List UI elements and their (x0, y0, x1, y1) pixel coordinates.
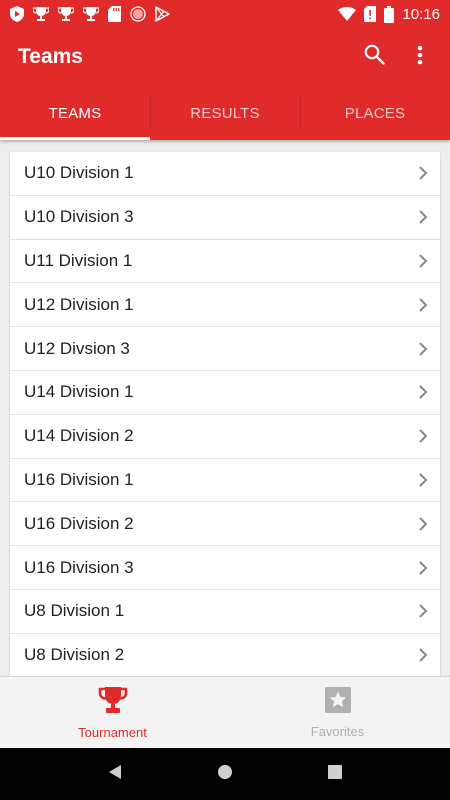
clock: 10:16 (402, 5, 440, 23)
list-item-label: U12 Divsion 3 (24, 338, 130, 358)
tab-places[interactable]: PLACES (300, 86, 450, 140)
tab-bar: TEAMS RESULTS PLACES (0, 86, 450, 140)
chevron-right-icon (418, 516, 428, 532)
chevron-right-icon (418, 384, 428, 400)
chevron-right-icon (418, 165, 428, 181)
chevron-right-icon (418, 209, 428, 225)
list-item[interactable]: U8 Division 1 (10, 590, 440, 634)
overflow-menu-button[interactable] (408, 45, 432, 69)
list-item[interactable]: U10 Division 3 (10, 196, 440, 240)
back-triangle-icon (108, 764, 122, 785)
list-item-label: U8 Division 1 (24, 601, 125, 621)
home-circle-icon (217, 764, 233, 785)
star-icon (324, 686, 351, 718)
list-item[interactable]: U16 Division 3 (10, 546, 440, 590)
sd-card-icon (108, 6, 121, 22)
list-item[interactable]: U12 Divsion 3 (10, 327, 440, 371)
recents-square-icon (328, 764, 342, 784)
chevron-right-icon (418, 603, 428, 619)
search-button[interactable] (362, 44, 386, 70)
play-store-icon (155, 6, 170, 22)
wifi-icon (338, 7, 357, 21)
nav-favorites[interactable]: Favorites (225, 677, 450, 748)
no-sim-icon (364, 6, 377, 22)
system-status: 10:16 (338, 5, 440, 23)
list-item[interactable]: U12 Division 1 (10, 283, 440, 328)
chevron-right-icon (418, 428, 428, 444)
notification-icons (10, 6, 170, 22)
chevron-right-icon (418, 253, 428, 269)
status-bar: 10:16 (0, 0, 450, 28)
bottom-navigation: Tournament Favorites (0, 676, 450, 748)
list-item[interactable]: U14 Division 2 (10, 415, 440, 459)
list-item-label: U16 Division 1 (24, 469, 134, 489)
tab-results[interactable]: RESULTS (150, 86, 300, 140)
trophy-notification-icon (83, 6, 99, 22)
list-item-label: U8 Division 2 (24, 645, 125, 665)
system-navigation-bar (0, 748, 450, 800)
list-item[interactable]: U16 Division 1 (10, 459, 440, 503)
list-item-label: U12 Division 1 (24, 294, 134, 314)
app-bar-actions (362, 44, 432, 70)
chevron-right-icon (418, 297, 428, 313)
chevron-right-icon (418, 647, 428, 663)
record-icon (130, 6, 146, 22)
shield-notification-icon (10, 6, 24, 22)
list-item-label: U14 Division 1 (24, 382, 134, 402)
list-item-label: U16 Division 2 (24, 513, 134, 533)
trophy-icon (98, 686, 128, 719)
list-item-label: U11 Division 1 (24, 250, 133, 270)
nav-label: Favorites (310, 723, 365, 739)
chevron-right-icon (418, 472, 428, 488)
tab-teams[interactable]: TEAMS (0, 86, 150, 140)
recents-button[interactable] (315, 754, 355, 794)
list-item[interactable]: U14 Division 1 (10, 371, 440, 415)
list-item-label: U14 Division 2 (24, 426, 134, 446)
chevron-right-icon (418, 341, 428, 357)
search-icon (364, 44, 385, 70)
list-item[interactable]: U16 Division 2 (10, 502, 440, 547)
home-button[interactable] (205, 754, 245, 794)
list-item[interactable]: U11 Division 1 (10, 240, 440, 284)
list-item-label: U10 Division 1 (24, 163, 134, 183)
trophy-notification-icon (58, 6, 74, 22)
list-item[interactable]: U8 Division 2 (10, 634, 440, 678)
chevron-right-icon (418, 560, 428, 576)
list-item-label: U10 Division 3 (24, 207, 134, 227)
battery-icon (384, 5, 395, 23)
teams-list: U10 Division 1 U10 Division 3 U11 Divisi… (10, 152, 440, 678)
nav-label: Tournament (78, 724, 147, 740)
nav-tournament[interactable]: Tournament (0, 677, 225, 748)
app-bar: Teams (0, 28, 450, 86)
trophy-notification-icon (33, 6, 49, 22)
list-item-label: U16 Division 3 (24, 557, 134, 577)
back-button[interactable] (95, 754, 135, 794)
page-title: Teams (18, 45, 83, 68)
more-vert-icon (417, 45, 423, 70)
list-item[interactable]: U10 Division 1 (10, 152, 440, 196)
